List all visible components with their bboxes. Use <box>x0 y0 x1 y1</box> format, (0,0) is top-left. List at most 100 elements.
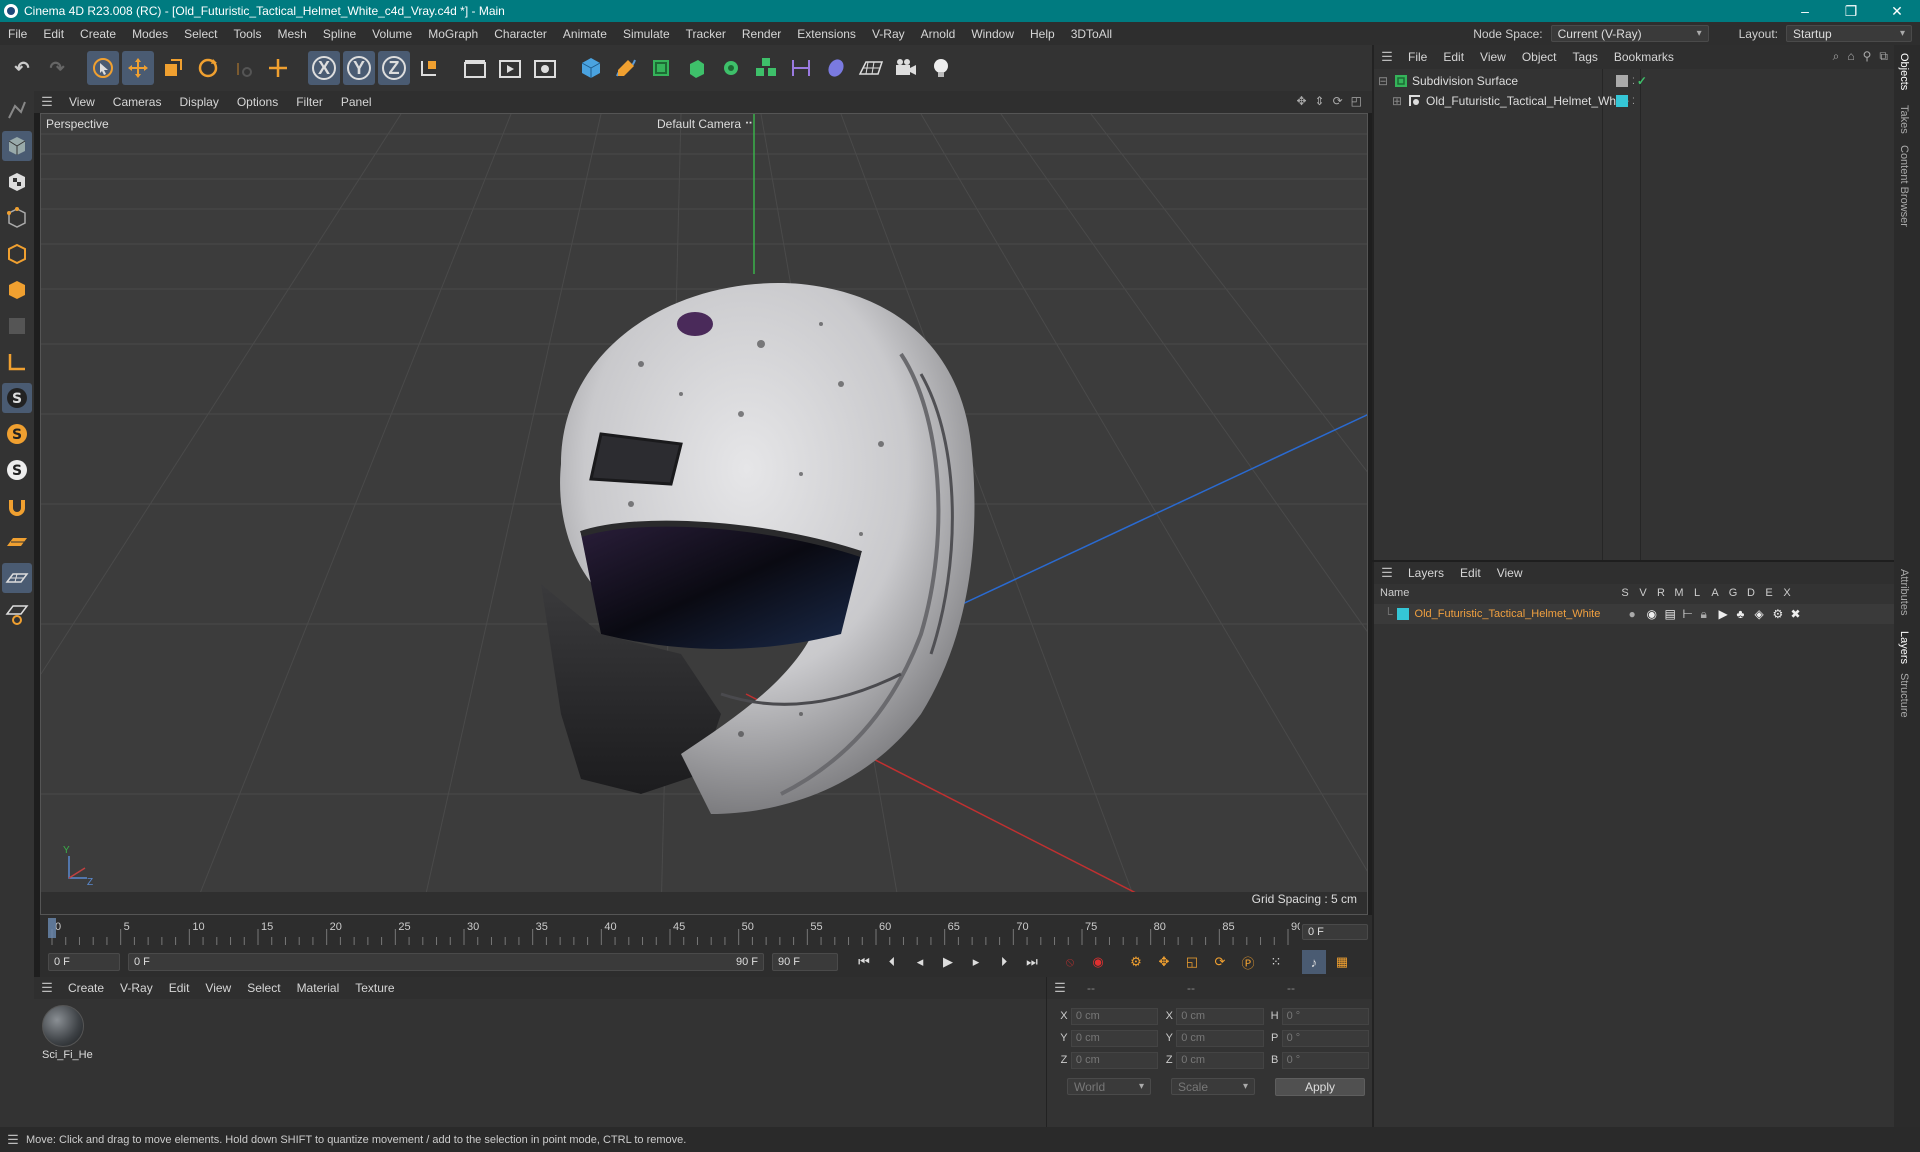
play-button[interactable]: ▶ <box>936 950 960 974</box>
animation-play-icon[interactable]: ▶ <box>1719 607 1737 621</box>
workplane-button[interactable] <box>2 527 32 557</box>
xref-icon[interactable]: ✖ <box>1791 607 1809 621</box>
mograph-cubes-button[interactable] <box>750 51 782 85</box>
pan-view-icon[interactable]: ✥ <box>1296 94 1306 108</box>
render-view-button[interactable] <box>459 51 491 85</box>
material-name[interactable]: Sci_Fi_He <box>42 1049 93 1061</box>
expand-plus-icon[interactable]: ⊞ <box>1392 94 1404 108</box>
layer-swatch-icon[interactable] <box>1616 75 1628 87</box>
edges-mode-button[interactable] <box>2 239 32 269</box>
menu-modes[interactable]: Modes <box>124 27 176 41</box>
material-menu-texture[interactable]: Texture <box>347 981 402 995</box>
hamburger-icon[interactable]: ☰ <box>34 94 60 110</box>
x-axis-lock-button[interactable]: X <box>308 51 340 85</box>
enabled-check-icon[interactable]: ✓ <box>1637 74 1647 88</box>
menu-volume[interactable]: Volume <box>364 27 420 41</box>
object-row-subdivision[interactable]: ⊟ Subdivision Surface ⁚ ✓ <box>1374 71 1896 91</box>
workplane-snap-button[interactable]: S <box>2 455 32 485</box>
size-z-field[interactable]: 0 cm <box>1176 1051 1264 1069</box>
menu-create[interactable]: Create <box>72 27 124 41</box>
expand-minus-icon[interactable]: ⊟ <box>1378 74 1390 88</box>
grid-plane-button[interactable] <box>2 563 32 593</box>
coordinate-system-button[interactable] <box>413 51 445 85</box>
viewport-menu-options[interactable]: Options <box>228 95 287 109</box>
magnet-button[interactable] <box>2 491 32 521</box>
field-button[interactable] <box>820 51 852 85</box>
object-menu-edit[interactable]: Edit <box>1435 50 1472 64</box>
menu-vray[interactable]: V-Ray <box>864 27 913 41</box>
keyframe-selection-button[interactable]: ⚙ <box>1124 950 1148 974</box>
dolly-view-icon[interactable]: ⇕ <box>1315 94 1325 108</box>
hamburger-icon[interactable]: ☰ <box>1047 980 1073 996</box>
eye-icon[interactable]: ◉ <box>1647 607 1665 621</box>
goto-end-button[interactable]: ⏭ <box>1020 950 1044 974</box>
subdivision-surface-button[interactable] <box>645 51 677 85</box>
menu-select[interactable]: Select <box>176 27 225 41</box>
menu-extensions[interactable]: Extensions <box>789 27 864 41</box>
key-position-button[interactable]: ✥ <box>1152 950 1176 974</box>
polygons-mode-button[interactable] <box>2 275 32 305</box>
object-menu-object[interactable]: Object <box>1514 50 1565 64</box>
menu-simulate[interactable]: Simulate <box>615 27 678 41</box>
menu-window[interactable]: Window <box>963 27 1022 41</box>
motion-clip-button[interactable]: ▦ <box>1330 950 1354 974</box>
key-rotation-button[interactable]: ⟳ <box>1208 950 1232 974</box>
apply-button[interactable]: Apply <box>1275 1078 1365 1096</box>
texture-mode-button[interactable] <box>2 167 32 197</box>
manager-tree-icon[interactable]: ⊢ <box>1683 607 1701 621</box>
menu-file[interactable]: File <box>0 27 35 41</box>
rot-p-field[interactable]: 0 ° <box>1281 1029 1370 1047</box>
material-menu-view[interactable]: View <box>197 981 239 995</box>
perspective-viewport[interactable]: Perspective Default Camera ⠒ Grid Spacin… <box>40 113 1368 915</box>
light-button[interactable] <box>925 51 957 85</box>
next-key-button[interactable]: ⏵ <box>992 950 1016 974</box>
previous-key-button[interactable]: ⏴ <box>880 950 904 974</box>
make-editable-button[interactable] <box>2 95 32 125</box>
node-space-dropdown[interactable]: Current (V-Ray) ▾ <box>1550 25 1709 42</box>
material-menu-vray[interactable]: V-Ray <box>112 981 161 995</box>
layer-menu-layers[interactable]: Layers <box>1400 566 1452 580</box>
maximize-button[interactable]: ❐ <box>1828 3 1874 20</box>
timeline-button[interactable]: ♪ <box>1302 950 1326 974</box>
layer-menu-edit[interactable]: Edit <box>1452 566 1489 580</box>
end-frame-field[interactable]: 90 F <box>772 953 838 971</box>
timeline-ruler[interactable]: 051015202530354045505560657075808590 0 F <box>40 915 1372 947</box>
material-thumbnail[interactable] <box>42 1005 84 1047</box>
key-scale-button[interactable]: ◱ <box>1180 950 1204 974</box>
coordinate-mode-dropdown[interactable]: World ▾ <box>1067 1078 1151 1095</box>
object-menu-bookmarks[interactable]: Bookmarks <box>1606 50 1682 64</box>
maximize-view-icon[interactable]: ◰ <box>1351 94 1362 108</box>
points-mode-button[interactable] <box>2 203 32 233</box>
rot-b-field[interactable]: 0 ° <box>1281 1051 1370 1069</box>
viewport-menu-cameras[interactable]: Cameras <box>104 95 171 109</box>
viewport-menu-panel[interactable]: Panel <box>332 95 381 109</box>
expression-icon[interactable]: ⚙ <box>1773 607 1791 621</box>
render-to-picture-viewer-button[interactable] <box>494 51 526 85</box>
viewport-camera-label[interactable]: Default Camera ⠒ <box>657 117 753 131</box>
minimize-button[interactable]: – <box>1782 3 1828 19</box>
layer-row[interactable]: └ Old_Futuristic_Tactical_Helmet_White ●… <box>1374 604 1896 624</box>
hamburger-icon[interactable]: ☰ <box>34 980 60 996</box>
menu-tracker[interactable]: Tracker <box>678 27 734 41</box>
orbit-view-icon[interactable]: ⟳ <box>1333 94 1343 108</box>
viewport-menu-filter[interactable]: Filter <box>287 95 332 109</box>
tab-takes[interactable]: Takes <box>1898 105 1910 134</box>
search-icon[interactable]: ⌕ <box>1833 49 1840 64</box>
z-axis-lock-button[interactable]: Z <box>378 51 410 85</box>
deformer-icon[interactable]: ◈ <box>1755 607 1773 621</box>
pos-z-field[interactable]: 0 cm <box>1070 1051 1159 1069</box>
camera-button[interactable] <box>890 51 922 85</box>
tab-attributes[interactable]: Attributes <box>1898 569 1910 615</box>
layout-dropdown[interactable]: Startup ▾ <box>1786 25 1912 42</box>
tab-objects[interactable]: Objects <box>1898 53 1910 90</box>
deformer-button[interactable] <box>785 51 817 85</box>
uv-mode-button[interactable] <box>2 311 32 341</box>
viewport-menu-view[interactable]: View <box>60 95 104 109</box>
start-frame-field[interactable]: 0 F <box>48 953 120 971</box>
axis-mode-button[interactable] <box>2 347 32 377</box>
model-mode-button[interactable] <box>2 131 32 161</box>
render-settings-button[interactable] <box>529 51 561 85</box>
record-active-button[interactable]: ⦸ <box>1058 950 1082 974</box>
visibility-dots-icon[interactable]: ⁚ <box>1632 76 1635 87</box>
object-menu-tags[interactable]: Tags <box>1565 50 1606 64</box>
